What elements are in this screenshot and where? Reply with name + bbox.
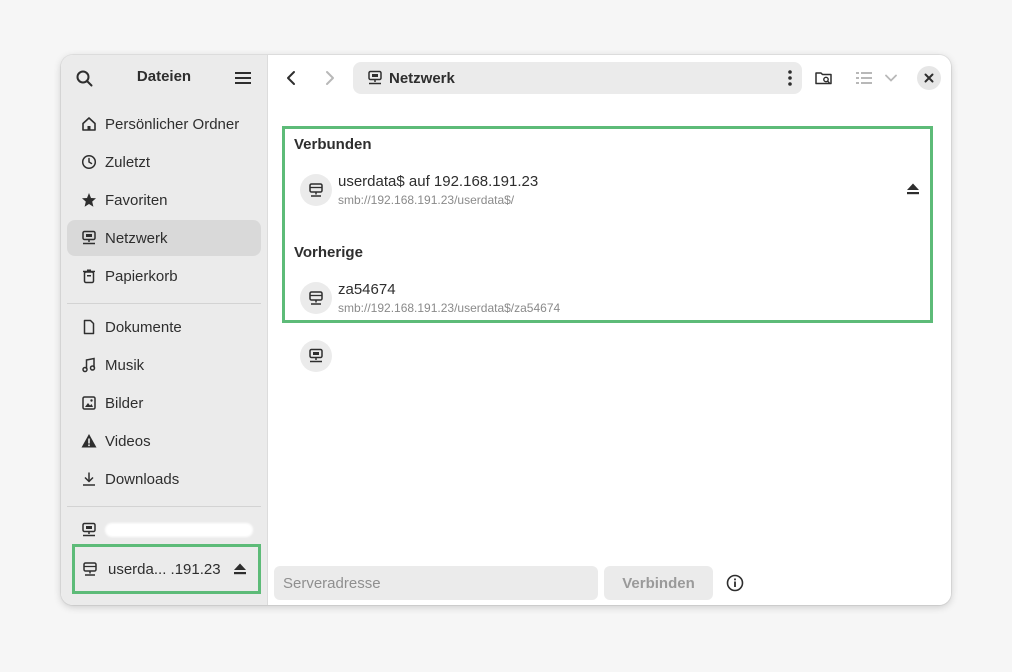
sidebar-item-label: Zuletzt <box>105 153 151 171</box>
section-connected-title: Verbunden <box>294 136 372 153</box>
sidebar-item-label: userda... .191.23 <box>108 560 221 578</box>
location-label: Netzwerk <box>389 69 455 87</box>
main-content: Netzwerk Verbunden userdata$ auf 192.168… <box>268 55 951 605</box>
share-uri: smb://192.168.191.23/userdata$/ <box>338 193 515 207</box>
star-icon <box>80 191 98 209</box>
list-item-redacted-network[interactable] <box>300 338 920 374</box>
search-icon[interactable] <box>74 68 94 88</box>
info-icon[interactable] <box>726 574 744 597</box>
network-icon <box>80 521 98 539</box>
sidebar-item-label: Netzwerk <box>105 229 168 247</box>
close-icon <box>924 73 934 83</box>
connect-button[interactable]: Verbinden <box>604 566 713 600</box>
eject-icon[interactable] <box>233 562 247 576</box>
eject-icon[interactable] <box>906 182 920 201</box>
sidebar-item-downloads[interactable]: Downloads <box>67 461 261 497</box>
redacted-label <box>105 523 253 537</box>
list-item-connected-share[interactable]: userdata$ auf 192.168.191.23 smb://192.1… <box>300 172 920 208</box>
section-previous-title: Vorherige <box>294 244 363 261</box>
image-icon <box>80 394 98 412</box>
sidebar-item-label: Videos <box>105 432 151 450</box>
more-options-icon[interactable] <box>788 70 792 91</box>
file-manager-window: Dateien Persönlicher Ordner Zuletzt Favo… <box>61 55 951 605</box>
home-icon <box>80 115 98 133</box>
forward-icon[interactable] <box>319 67 341 89</box>
sidebar-divider <box>67 303 261 304</box>
sidebar-item-redacted-network[interactable] <box>67 512 261 548</box>
app-title: Dateien <box>136 68 192 85</box>
sidebar-item-music[interactable]: Musik <box>67 347 261 383</box>
sidebar-item-starred[interactable]: Favoriten <box>67 182 261 218</box>
sidebar-item-documents[interactable]: Dokumente <box>67 309 261 345</box>
network-drive-icon <box>81 560 99 578</box>
network-drive-icon <box>300 174 332 206</box>
sidebar-item-recent[interactable]: Zuletzt <box>67 144 261 180</box>
location-bar[interactable]: Netzwerk <box>353 62 802 94</box>
sidebar-item-label: Downloads <box>105 470 180 488</box>
sidebar-item-label: Favoriten <box>105 191 168 209</box>
share-name: za54674 <box>338 281 396 298</box>
network-icon <box>80 229 98 247</box>
sidebar-item-label: Papierkorb <box>105 267 178 285</box>
list-view-icon[interactable] <box>853 67 875 89</box>
clock-icon <box>80 153 98 171</box>
hamburger-menu-icon[interactable] <box>233 68 253 88</box>
download-icon <box>80 470 98 488</box>
trash-icon <box>80 267 98 285</box>
sidebar-item-network[interactable]: Netzwerk <box>67 220 261 256</box>
music-icon <box>80 356 98 374</box>
document-icon <box>80 318 98 336</box>
server-address-input[interactable] <box>274 566 598 600</box>
sidebar-item-trash[interactable]: Papierkorb <box>67 258 261 294</box>
sidebar-item-label: Musik <box>105 356 145 374</box>
sidebar-item-label: Dokumente <box>105 318 182 336</box>
warning-icon <box>80 432 98 450</box>
sidebar-item-videos[interactable]: Videos <box>67 423 261 459</box>
share-uri: smb://192.168.191.23/userdata$/za54674 <box>338 301 561 315</box>
network-icon <box>300 340 332 372</box>
sidebar: Dateien Persönlicher Ordner Zuletzt Favo… <box>61 55 268 605</box>
back-icon[interactable] <box>280 67 302 89</box>
network-icon <box>367 70 383 86</box>
search-folder-icon[interactable] <box>813 67 835 89</box>
sidebar-item-home[interactable]: Persönlicher Ordner <box>67 106 261 142</box>
connect-bar: Verbinden <box>268 563 951 605</box>
sidebar-item-mounted-share[interactable]: userda... .191.23 <box>72 544 261 594</box>
sidebar-item-label: Persönlicher Ordner <box>105 115 240 133</box>
list-item-previous-share[interactable]: za54674 smb://192.168.191.23/userdata$/z… <box>300 280 920 316</box>
share-name: userdata$ auf 192.168.191.23 <box>338 173 539 190</box>
chevron-down-icon[interactable] <box>882 67 900 89</box>
close-window-button[interactable] <box>917 66 941 90</box>
sidebar-item-label: Bilder <box>105 394 144 412</box>
sidebar-item-pictures[interactable]: Bilder <box>67 385 261 421</box>
network-drive-icon <box>300 282 332 314</box>
sidebar-header: Dateien <box>61 55 267 101</box>
sidebar-divider <box>67 506 261 507</box>
